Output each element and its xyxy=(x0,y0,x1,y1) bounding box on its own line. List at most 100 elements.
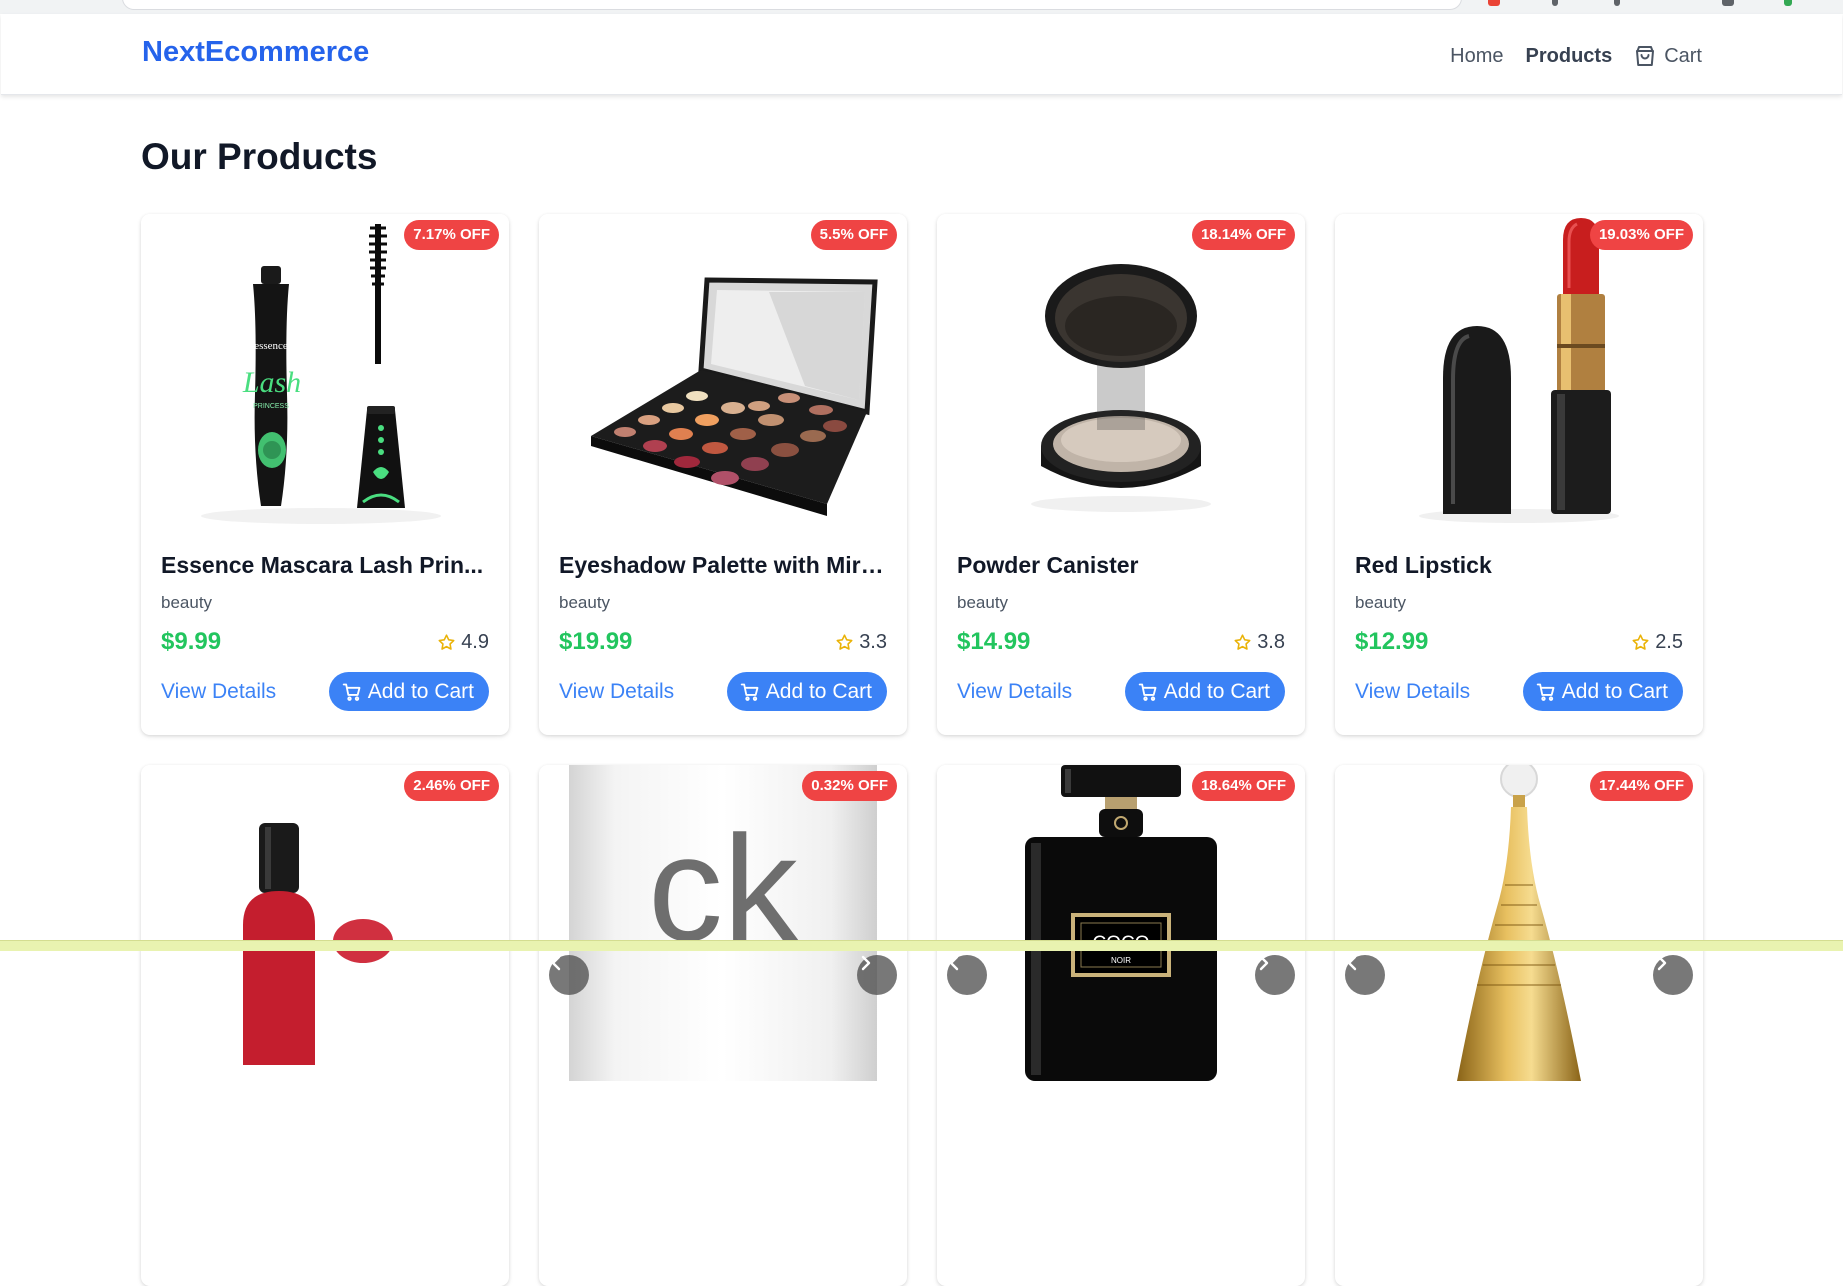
product-card: essence Lash PRINCESS 7.17% OFF Essence … xyxy=(141,214,509,735)
coco-noir-perfume-image: COCO NOIR xyxy=(1025,765,1217,1081)
nav-home-link[interactable]: Home xyxy=(1450,45,1503,68)
extension-icon[interactable] xyxy=(1784,0,1792,6)
page-title: Our Products xyxy=(141,136,378,177)
svg-text:Lash: Lash xyxy=(242,366,301,399)
product-title: Powder Canister xyxy=(957,552,1139,578)
rating-value: 4.9 xyxy=(461,630,489,653)
product-card: 19.03% OFF Red Lipstick beauty $12.99 2.… xyxy=(1335,214,1703,735)
discount-badge: 0.32% OFF xyxy=(802,771,897,801)
mascara-image: essence Lash PRINCESS xyxy=(201,224,441,524)
carousel-prev-button[interactable] xyxy=(549,955,589,995)
discount-badge: 18.14% OFF xyxy=(1191,220,1295,250)
add-to-cart-button[interactable]: Add to Cart xyxy=(1522,672,1683,711)
carousel-prev-button[interactable] xyxy=(1345,955,1385,995)
address-bar[interactable] xyxy=(122,0,1462,10)
svg-text:essence: essence xyxy=(254,340,288,352)
rating-value: 3.8 xyxy=(1257,630,1285,653)
chevron-left-icon xyxy=(949,955,959,971)
browser-bottom-bar xyxy=(0,940,1843,951)
star-icon xyxy=(1234,633,1251,650)
star-icon xyxy=(836,633,853,650)
view-details-link[interactable]: View Details xyxy=(957,680,1072,704)
carousel-next-button[interactable] xyxy=(857,955,897,995)
product-rating: 4.9 xyxy=(437,631,489,654)
product-image[interactable]: 5.5% OFF xyxy=(539,214,907,530)
nav-products-link[interactable]: Products xyxy=(1526,45,1613,68)
ck-perfume-image: ck xyxy=(569,765,877,1081)
product-price: $12.99 xyxy=(1355,628,1429,655)
browser-toolbar-strip xyxy=(0,0,1843,14)
add-to-cart-label: Add to Cart xyxy=(367,679,474,703)
add-to-cart-label: Add to Cart xyxy=(765,679,872,703)
product-price: $19.99 xyxy=(559,628,633,655)
discount-badge: 5.5% OFF xyxy=(810,220,897,250)
shopping-bag-icon xyxy=(1636,46,1655,66)
product-image[interactable]: 18.14% OFF xyxy=(937,214,1305,530)
nav-cart-link[interactable]: Cart xyxy=(1634,44,1702,68)
top-navbar: NextEcommerce Home Products Cart xyxy=(1,14,1842,95)
cart-icon xyxy=(1536,683,1555,701)
product-image[interactable]: 2.46% OFF xyxy=(141,765,509,1081)
product-title: Eyeshadow Palette with Mirror xyxy=(559,552,887,578)
extension-icon[interactable] xyxy=(1614,0,1620,6)
product-image[interactable]: essence Lash PRINCESS 7.17% OFF xyxy=(141,214,509,530)
carousel-next-button[interactable] xyxy=(1255,955,1295,995)
product-card: ck 0.32% OFF xyxy=(539,765,907,1286)
product-category: beauty xyxy=(957,593,1009,612)
nail-polish-image xyxy=(243,823,393,1065)
star-icon xyxy=(1632,633,1649,650)
product-grid: essence Lash PRINCESS 7.17% OFF Essence … xyxy=(141,214,1703,1286)
nav-links: Home Products Cart xyxy=(1450,44,1702,68)
product-card: 2.46% OFF xyxy=(141,765,509,1286)
svg-text:PRINCESS: PRINCESS xyxy=(253,403,289,410)
discount-badge: 17.44% OFF xyxy=(1589,771,1693,801)
product-title: Essence Mascara Lash Prin... xyxy=(161,552,484,578)
add-to-cart-button[interactable]: Add to Cart xyxy=(726,672,887,711)
product-image[interactable]: 19.03% OFF xyxy=(1335,214,1703,530)
product-card: COCO NOIR 18.64% OFF xyxy=(937,765,1305,1286)
product-card: 17.44% OFF xyxy=(1335,765,1703,1286)
add-to-cart-button[interactable]: Add to Cart xyxy=(1124,672,1285,711)
discount-badge: 2.46% OFF xyxy=(404,771,499,801)
discount-badge: 7.17% OFF xyxy=(404,220,499,250)
product-rating: 3.3 xyxy=(835,631,887,654)
chevron-left-icon xyxy=(1347,955,1357,971)
add-to-cart-label: Add to Cart xyxy=(1561,679,1668,703)
product-image[interactable]: ck 0.32% OFF xyxy=(539,765,907,1081)
chevron-right-icon xyxy=(1657,955,1667,971)
carousel-next-button[interactable] xyxy=(1653,955,1693,995)
view-details-link[interactable]: View Details xyxy=(161,680,276,704)
noir-label: NOIR xyxy=(1111,956,1131,965)
star-icon xyxy=(438,633,455,650)
product-card: 18.14% OFF Powder Canister beauty $14.99… xyxy=(937,214,1305,735)
product-rating: 2.5 xyxy=(1631,631,1683,654)
cart-icon xyxy=(740,683,759,701)
carousel-prev-button[interactable] xyxy=(947,955,987,995)
view-details-link[interactable]: View Details xyxy=(1355,680,1470,704)
product-price: $14.99 xyxy=(957,628,1031,655)
product-category: beauty xyxy=(559,593,611,612)
add-to-cart-label: Add to Cart xyxy=(1163,679,1270,703)
product-category: beauty xyxy=(161,593,213,612)
chevron-left-icon xyxy=(551,955,561,971)
eyeshadow-palette-image xyxy=(591,277,878,516)
chevron-right-icon xyxy=(1259,955,1269,971)
extension-icon[interactable] xyxy=(1722,0,1734,6)
add-to-cart-button[interactable]: Add to Cart xyxy=(328,672,489,711)
product-title: Red Lipstick xyxy=(1355,552,1492,578)
discount-badge: 18.64% OFF xyxy=(1191,771,1295,801)
gold-perfume-image xyxy=(1457,765,1581,1081)
product-image[interactable]: COCO NOIR 18.64% OFF xyxy=(937,765,1305,1081)
product-card: 5.5% OFF Eyeshadow Palette with Mirror b… xyxy=(539,214,907,735)
rating-value: 2.5 xyxy=(1655,630,1683,653)
product-image[interactable]: 17.44% OFF xyxy=(1335,765,1703,1081)
view-details-link[interactable]: View Details xyxy=(559,680,674,704)
powder-canister-image xyxy=(1031,264,1211,512)
nav-cart-label: Cart xyxy=(1664,44,1702,67)
cart-icon xyxy=(342,683,361,701)
brand-logo-link[interactable]: NextEcommerce xyxy=(142,36,369,69)
discount-badge: 19.03% OFF xyxy=(1589,220,1693,250)
red-lipstick-image xyxy=(1419,218,1619,523)
extension-icon[interactable] xyxy=(1488,0,1500,6)
extension-icon[interactable] xyxy=(1552,0,1558,6)
